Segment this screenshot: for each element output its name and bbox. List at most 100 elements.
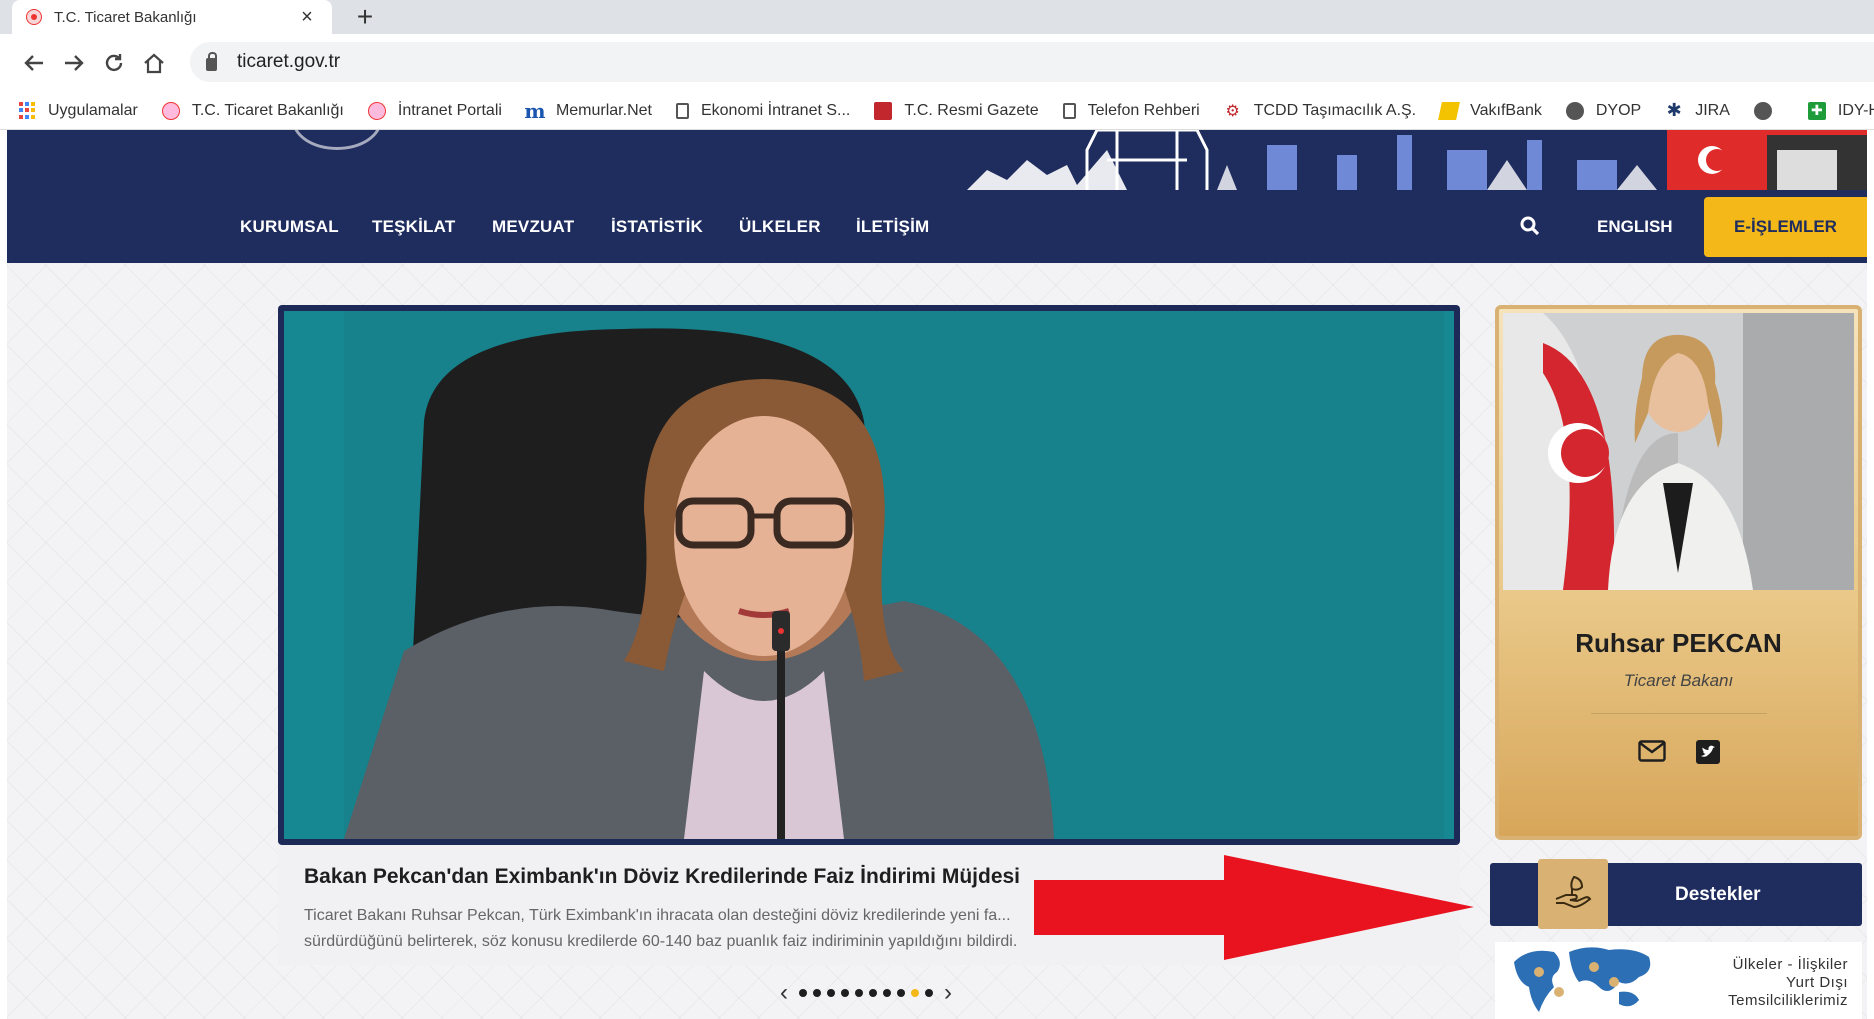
news-photo[interactable] <box>284 311 1454 839</box>
site-favicon-icon <box>26 9 42 25</box>
bookmark-label: JIRA <box>1695 101 1730 119</box>
back-arrow-icon <box>24 55 43 71</box>
bookmark-label: IDY-HS <box>1837 101 1874 119</box>
seal-icon <box>161 101 180 120</box>
bookmark-globe[interactable] <box>1753 101 1784 120</box>
main-nav: KURUMSAL TEŞKİLAT MEVZUAT İSTATİSTİK ÜLK… <box>7 190 1867 263</box>
document-icon <box>675 102 689 119</box>
slider-dot[interactable] <box>813 989 821 997</box>
minister-role: Ticaret Bakanı <box>1623 671 1734 690</box>
twitter-icon[interactable] <box>1695 740 1720 764</box>
bookmarks-bar: Uygulamalar T.C. Ticaret Bakanlığı İntra… <box>0 92 1874 130</box>
nav-ulkeler[interactable]: ÜLKELER <box>739 190 821 263</box>
destekler-label: Destekler <box>1675 884 1761 905</box>
red-arrow-annotation <box>1034 855 1474 960</box>
news-slider[interactable] <box>278 305 1460 845</box>
world-map-icon <box>1514 947 1651 1012</box>
slider-dot-active[interactable] <box>911 989 919 997</box>
bookmark-vakifbank[interactable]: VakıfBank <box>1438 101 1542 120</box>
news-summary: Ticaret Bakanı Ruhsar Pekcan, Türk Eximb… <box>304 907 1018 950</box>
slider-dot[interactable] <box>897 989 905 997</box>
url-text[interactable]: ticaret.gov.tr <box>237 51 340 73</box>
browser-toolbar: ticaret.gov.tr <box>0 34 1874 92</box>
slider-pagination: ‹ › <box>772 981 960 1005</box>
slider-next-button[interactable]: › <box>936 981 960 1005</box>
bookmark-label: VakıfBank <box>1470 101 1542 119</box>
bookmark-label: T.C. Ticaret Bakanlığı <box>191 101 344 119</box>
seal-icon <box>367 101 386 120</box>
slider-dot[interactable] <box>855 989 863 997</box>
divider <box>1590 713 1767 714</box>
istanbul-skyline-icon <box>967 130 1867 190</box>
nav-mevzuat[interactable]: MEVZUAT <box>492 190 574 263</box>
bookmark-resmi-gazete[interactable]: T.C. Resmi Gazete <box>874 101 1039 120</box>
bookmark-apps[interactable]: Uygulamalar <box>18 102 138 120</box>
back-button[interactable] <box>14 43 54 83</box>
search-icon[interactable] <box>1520 216 1540 236</box>
web-page: KURUMSAL TEŞKİLAT MEVZUAT İSTATİSTİK ÜLK… <box>7 130 1867 1019</box>
nav-istatistik[interactable]: İSTATİSTİK <box>611 190 703 263</box>
nav-kurumsal[interactable]: KURUMSAL <box>240 190 339 263</box>
bookmark-label: İntranet Portali <box>397 101 502 119</box>
slider-dot[interactable] <box>827 989 835 997</box>
home-button[interactable] <box>134 43 174 83</box>
ulkeler-line1: Ülkeler - İlişkiler <box>1732 956 1848 973</box>
news-photo-illustration <box>284 311 1454 839</box>
bookmark-idy[interactable]: ✚ IDY-HS <box>1807 101 1874 120</box>
slider-prev-button[interactable]: ‹ <box>772 981 796 1005</box>
green-icon: ✚ <box>1807 101 1826 120</box>
minister-name[interactable]: Ruhsar PEKCAN <box>1503 628 1854 659</box>
ulkeler-line2: Yurt Dışı <box>1785 974 1848 991</box>
document-icon <box>1062 102 1076 119</box>
bookmark-label: Ekonomi İntranet S... <box>700 101 851 119</box>
lock-icon <box>206 51 217 71</box>
bookmark-intranet-portali[interactable]: İntranet Portali <box>367 101 502 120</box>
e-islemler-button[interactable]: E-İŞLEMLER <box>1704 197 1867 257</box>
forward-arrow-icon <box>65 55 84 71</box>
bookmark-label: DYOP <box>1595 101 1642 119</box>
m-logo-icon: m <box>524 98 546 123</box>
ulkeler-line3: Temsilciliklerimiz <box>1728 992 1848 1009</box>
ulkeler-banner[interactable]: Ülkeler - İlişkiler Yurt Dışı Temsilcili… <box>1495 942 1862 1019</box>
bookmark-telefon-rehberi[interactable]: Telefon Rehberi <box>1062 101 1200 120</box>
apps-icon <box>18 101 36 120</box>
tab-close-icon[interactable]: × <box>296 6 318 29</box>
destekler-button[interactable]: Destekler <box>1490 859 1862 929</box>
new-tab-button[interactable]: + <box>350 2 380 32</box>
reload-icon <box>105 54 123 72</box>
slider-dot[interactable] <box>799 989 807 997</box>
slider-dot[interactable] <box>869 989 877 997</box>
bookmark-jira[interactable]: ✱ JIRA <box>1665 100 1730 120</box>
english-link[interactable]: ENGLISH <box>1597 190 1673 263</box>
jira-icon: ✱ <box>1666 100 1682 120</box>
slider-dot[interactable] <box>841 989 849 997</box>
nav-teskilat[interactable]: TEŞKİLAT <box>372 190 455 263</box>
minister-photo[interactable] <box>1503 313 1854 590</box>
minister-card: Ruhsar PEKCAN Ticaret Bakanı <box>1495 305 1862 840</box>
slider-dot[interactable] <box>883 989 891 997</box>
tcdd-icon: ⚙ <box>1225 102 1240 120</box>
gazette-icon <box>874 101 893 120</box>
bookmark-memurlar[interactable]: m Memurlar.Net <box>524 98 652 123</box>
reload-button[interactable] <box>94 43 134 83</box>
ministry-logo-icon[interactable] <box>292 130 382 150</box>
address-bar[interactable]: ticaret.gov.tr <box>190 42 1874 82</box>
forward-button[interactable] <box>54 43 94 83</box>
site-header: KURUMSAL TEŞKİLAT MEVZUAT İSTATİSTİK ÜLK… <box>7 130 1867 263</box>
envelope-icon[interactable] <box>1637 740 1666 762</box>
vakifbank-icon <box>1438 101 1461 120</box>
browser-tab[interactable]: T.C. Ticaret Bakanlığı × <box>12 0 332 34</box>
bookmark-label: Telefon Rehberi <box>1087 101 1200 119</box>
minister-photo-illustration <box>1503 313 1854 590</box>
nav-iletisim[interactable]: İLETİŞİM <box>856 190 929 263</box>
slider-dot[interactable] <box>925 989 933 997</box>
bookmark-tcdd[interactable]: ⚙ TCDD Taşımacılık A.Ş. <box>1224 102 1417 120</box>
bookmark-ticaret-bakanligi[interactable]: T.C. Ticaret Bakanlığı <box>161 101 344 120</box>
tab-title: T.C. Ticaret Bakanlığı <box>54 8 197 26</box>
bookmark-ekonomi-intranet[interactable]: Ekonomi İntranet S... <box>675 101 851 120</box>
globe-icon <box>1565 101 1584 120</box>
globe-icon <box>1753 101 1772 120</box>
tab-strip: T.C. Ticaret Bakanlığı × + <box>0 0 1874 34</box>
bookmark-dyop[interactable]: DYOP <box>1565 101 1642 120</box>
bookmark-label: Uygulamalar <box>48 101 138 119</box>
